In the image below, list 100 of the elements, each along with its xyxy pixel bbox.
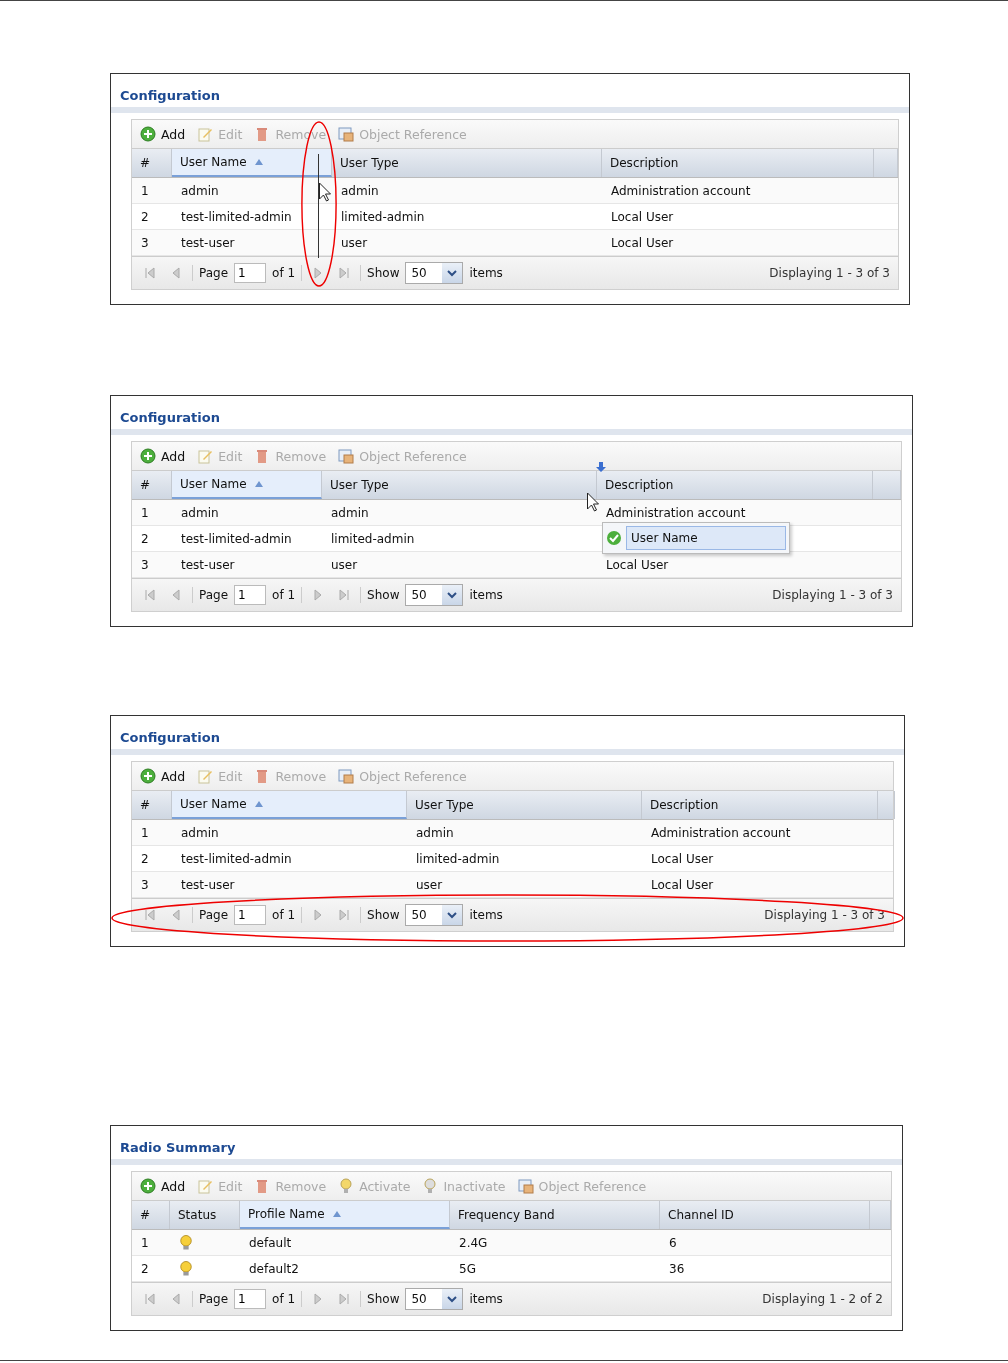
table-cell: admin <box>416 825 454 840</box>
first-page-icon[interactable] <box>144 589 156 601</box>
reference-icon <box>338 768 355 784</box>
reference-icon <box>517 1178 534 1194</box>
table-cell: 6 <box>669 1235 677 1250</box>
reference-icon <box>338 126 355 142</box>
table-cell: admin <box>181 825 219 840</box>
page-size-dropdown[interactable]: 50 <box>405 262 464 284</box>
table-cell: 3 <box>141 235 149 250</box>
pager-label: items <box>469 908 503 922</box>
column-header[interactable]: User Name <box>172 149 332 177</box>
panel-title: Configuration <box>119 87 221 105</box>
table-cell: 2 <box>141 531 149 546</box>
table-cell: 1 <box>141 1235 149 1250</box>
page-size-dropdown[interactable]: 50 <box>405 1288 464 1310</box>
table-cell: limited-admin <box>416 851 500 866</box>
table-cell: 2 <box>141 209 149 224</box>
first-page-icon[interactable] <box>144 1293 156 1305</box>
lightbulb-icon <box>338 1178 355 1194</box>
page-field[interactable]: 1 <box>234 905 267 925</box>
column-header[interactable]: User Type <box>332 149 602 177</box>
panel-title: Configuration <box>119 729 221 747</box>
add-icon <box>140 1178 156 1194</box>
table-cell: Local User <box>651 877 714 892</box>
pencil-icon <box>197 1178 214 1194</box>
page-size-dropdown[interactable]: 50 <box>405 904 464 926</box>
toolbar-button[interactable]: Add <box>140 448 186 464</box>
table-cell: limited-admin <box>341 209 425 224</box>
previous-page-icon[interactable] <box>170 909 182 921</box>
sort-ascending-icon <box>332 1211 341 1217</box>
pencil-icon <box>197 448 214 464</box>
table-cell: 2.4G <box>459 1235 488 1250</box>
toolbar-button[interactable]: Add <box>140 1178 186 1194</box>
table-cell: user <box>416 877 443 892</box>
table-cell: user <box>331 557 358 572</box>
column-header[interactable]: Frequency Band <box>450 1201 660 1229</box>
table-cell: test-user <box>181 877 235 892</box>
table-cell: admin <box>331 505 369 520</box>
toolbar-button[interactable]: Add <box>140 768 186 784</box>
column-header[interactable]: # <box>132 1201 170 1229</box>
page-size-dropdown[interactable]: 50 <box>405 584 464 606</box>
reference-icon <box>338 448 355 464</box>
table-cell: 3 <box>141 877 149 892</box>
column-header[interactable]: Description <box>602 149 874 177</box>
table-cell: default <box>249 1235 292 1250</box>
pager-label: of 1 <box>272 588 296 602</box>
pager-label: Show <box>367 588 400 602</box>
last-page-icon[interactable] <box>338 1293 351 1305</box>
table-cell: Local User <box>651 851 714 866</box>
table-cell: admin <box>341 183 379 198</box>
table-cell: Administration account <box>606 505 746 520</box>
table-cell: test-limited-admin <box>181 209 292 224</box>
drop-arrow-icon <box>596 462 606 472</box>
pencil-icon <box>197 126 214 142</box>
table-cell: Local User <box>606 557 669 572</box>
last-page-icon[interactable] <box>338 909 351 921</box>
add-icon <box>140 126 156 142</box>
pager-label: Page <box>199 908 229 922</box>
panel-title: Radio Summary <box>119 1139 237 1157</box>
table-cell: test-user <box>181 557 235 572</box>
table-cell: Administration account <box>611 183 751 198</box>
column-header[interactable]: User Name <box>172 471 322 499</box>
page-field[interactable]: 1 <box>234 1289 267 1309</box>
first-page-icon[interactable] <box>144 267 156 279</box>
previous-page-icon[interactable] <box>170 589 182 601</box>
displaying-count: Displaying 1 - 3 of 3 <box>769 266 890 280</box>
column-header[interactable]: Description <box>642 791 878 819</box>
toolbar-button[interactable]: Add <box>140 126 186 142</box>
table-cell: 3 <box>141 557 149 572</box>
pager-label: Show <box>367 1292 400 1306</box>
page-field[interactable]: 1 <box>234 263 267 283</box>
last-page-icon[interactable] <box>338 589 351 601</box>
pager-label: Page <box>199 588 229 602</box>
table-cell: test-limited-admin <box>181 851 292 866</box>
pager-label: Show <box>367 908 400 922</box>
page-field[interactable]: 1 <box>234 585 267 605</box>
previous-page-icon[interactable] <box>170 267 182 279</box>
add-icon <box>140 768 156 784</box>
sort-ascending-icon <box>254 481 263 487</box>
table-cell: 2 <box>141 851 149 866</box>
table-cell: test-user <box>181 235 235 250</box>
column-header[interactable]: Channel ID <box>660 1201 870 1229</box>
column-header[interactable]: User Type <box>407 791 642 819</box>
pager-label: of 1 <box>272 266 296 280</box>
column-header[interactable]: User Name <box>172 791 407 819</box>
last-page-icon[interactable] <box>338 267 351 279</box>
column-header[interactable]: Profile Name <box>240 1201 450 1229</box>
pager-label: items <box>469 588 503 602</box>
previous-page-icon[interactable] <box>170 1293 182 1305</box>
table-cell: test-limited-admin <box>181 531 292 546</box>
table-cell: 1 <box>141 825 149 840</box>
sort-ascending-icon <box>254 801 263 807</box>
pager-label: of 1 <box>272 1292 296 1306</box>
table-cell: 36 <box>669 1261 685 1276</box>
pager-label: items <box>469 266 503 280</box>
pencil-icon <box>197 768 214 784</box>
first-page-icon[interactable] <box>144 909 156 921</box>
table-cell: user <box>341 235 368 250</box>
table-cell: 1 <box>141 183 149 198</box>
panel-title: Configuration <box>119 409 221 427</box>
